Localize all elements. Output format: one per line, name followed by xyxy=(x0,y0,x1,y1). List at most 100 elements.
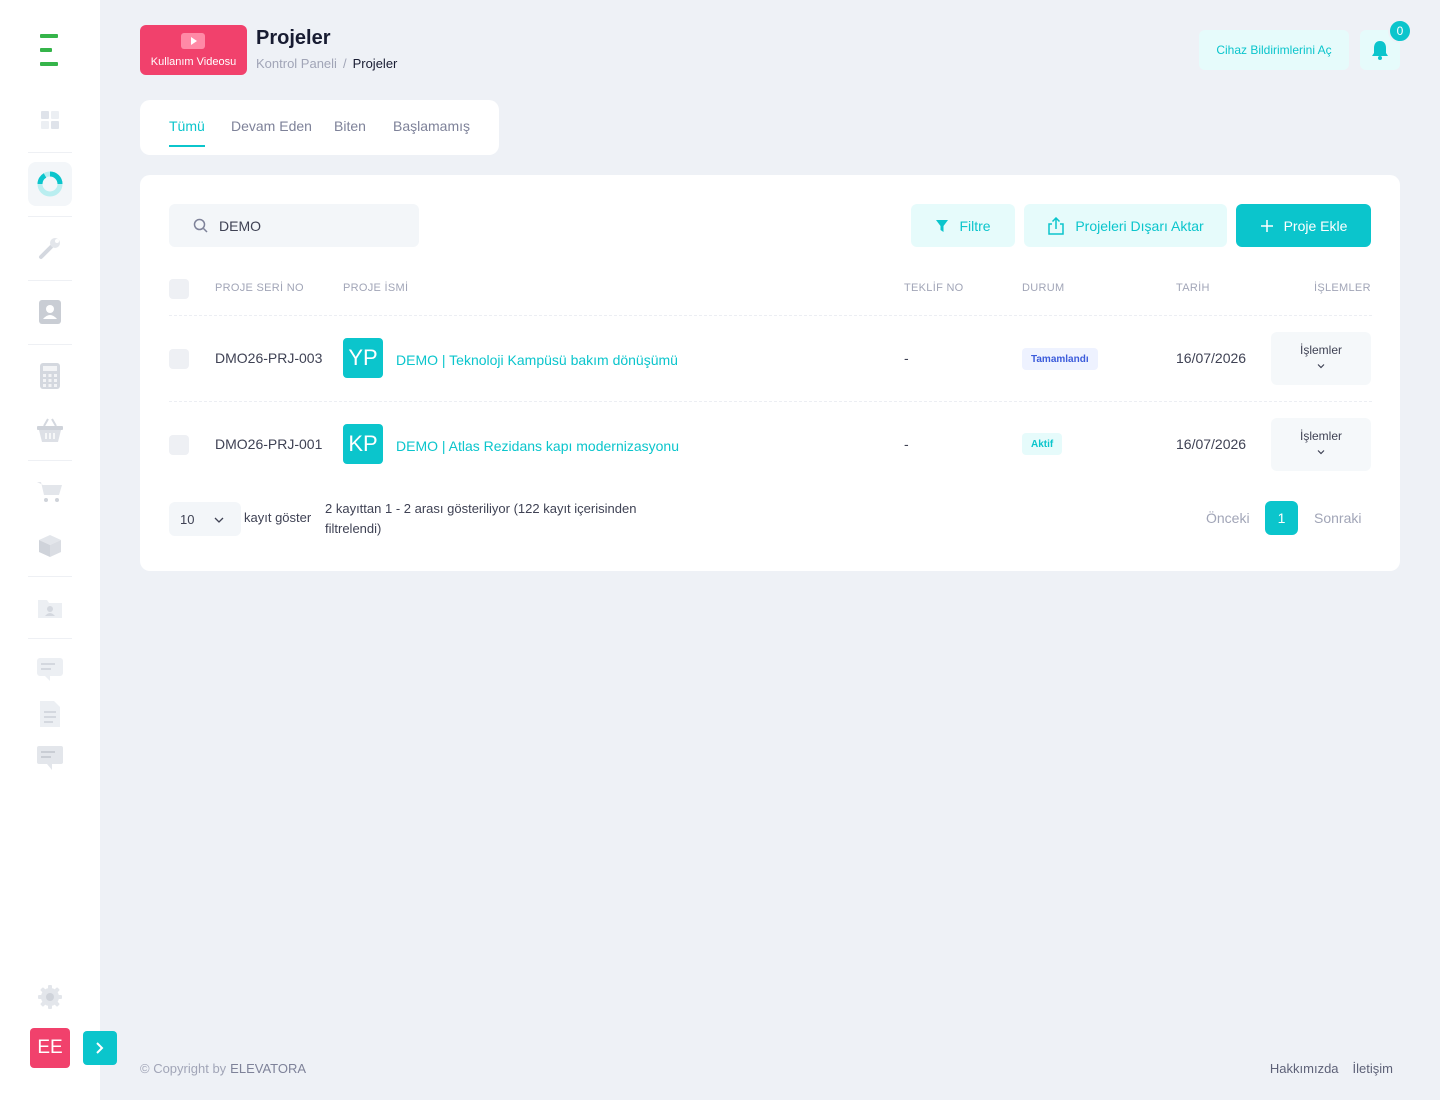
basket-icon xyxy=(37,418,63,442)
footer-link-contact[interactable]: İletişim xyxy=(1353,1061,1393,1076)
chevron-down-icon xyxy=(1317,450,1325,455)
add-project-button[interactable]: Proje Ekle xyxy=(1236,204,1371,247)
add-project-label: Proje Ekle xyxy=(1283,217,1348,234)
sidebar-item-settings[interactable] xyxy=(28,975,72,1019)
row-actions-label: İşlemler xyxy=(1299,343,1342,357)
row-actions-dropdown[interactable]: İşlemler xyxy=(1271,418,1371,471)
user-avatar[interactable]: EE xyxy=(30,1028,70,1068)
breadcrumb: Kontrol Paneli / Projeler xyxy=(256,56,397,71)
search-icon xyxy=(193,218,208,233)
footer-link-about[interactable]: Hakkımızda xyxy=(1270,1061,1339,1076)
page-size-label: kayıt göster xyxy=(244,510,312,525)
column-header-actions: İŞLEMLER xyxy=(1314,282,1371,294)
row-serial: DMO26-PRJ-003 xyxy=(215,350,323,366)
sidebar: EE xyxy=(0,0,100,1100)
export-projects-button[interactable]: Projeleri Dışarı Aktar xyxy=(1024,204,1227,247)
filter-label: Filtre xyxy=(959,217,991,234)
tab-not-started[interactable]: Başlamamış xyxy=(393,118,470,134)
gear-icon xyxy=(38,985,62,1009)
copyright-text: © Copyright by xyxy=(140,1061,227,1076)
sidebar-item-comments[interactable] xyxy=(28,736,72,780)
box-icon xyxy=(39,535,61,557)
project-name-link[interactable]: DEMO | Atlas Rezidans kapı modernizasyon… xyxy=(396,438,679,454)
breadcrumb-separator: / xyxy=(342,56,347,71)
next-page-button[interactable]: Sonraki xyxy=(1314,510,1361,526)
page-1-button[interactable]: 1 xyxy=(1265,501,1298,535)
row-actions-dropdown[interactable]: İşlemler xyxy=(1271,332,1371,385)
calculator-icon xyxy=(40,363,60,389)
sidebar-item-products[interactable] xyxy=(28,524,72,568)
comment-icon xyxy=(37,746,63,770)
sidebar-item-customers[interactable] xyxy=(28,290,72,334)
sidebar-item-documents[interactable] xyxy=(28,692,72,736)
previous-page-button[interactable]: Önceki xyxy=(1206,510,1250,526)
breadcrumb-home[interactable]: Kontrol Paneli xyxy=(256,56,337,71)
project-name-link[interactable]: DEMO | Teknoloji Kampüsü bakım dönüşümü xyxy=(396,352,678,368)
page-title: Projeler xyxy=(256,27,331,49)
row-date: 16/07/2026 xyxy=(1176,350,1247,366)
breadcrumb-current: Projeler xyxy=(352,56,398,71)
column-header-offer-no[interactable]: TEKLİF NO xyxy=(904,282,964,294)
row-offer-no: - xyxy=(904,350,909,366)
plus-icon xyxy=(1260,219,1273,232)
tab-all[interactable]: Tümü xyxy=(169,118,205,147)
project-initials-badge: KP xyxy=(343,424,383,464)
footer-brand-link[interactable]: ELEVATORA xyxy=(230,1061,306,1076)
usage-video-label: Kullanım Videosu xyxy=(150,56,237,68)
row-checkbox[interactable] xyxy=(169,435,189,455)
wrench-icon xyxy=(39,238,60,259)
sidebar-item-basket[interactable] xyxy=(28,408,72,452)
status-badge: Tamamlandı xyxy=(1022,348,1098,370)
filter-button[interactable]: Filtre xyxy=(911,204,1015,247)
copyright: © Copyright by ELEVATORA xyxy=(140,1061,306,1076)
enable-device-notifications-button[interactable]: Cihaz Bildirimlerini Aç xyxy=(1199,30,1349,70)
document-icon xyxy=(40,701,60,727)
row-date: 16/07/2026 xyxy=(1176,436,1247,452)
row-serial: DMO26-PRJ-001 xyxy=(215,436,323,452)
sidebar-item-cart[interactable] xyxy=(28,470,72,514)
status-badge: Aktif xyxy=(1022,433,1063,455)
usage-video-button[interactable]: Kullanım Videosu xyxy=(140,25,247,75)
sidebar-item-calculator[interactable] xyxy=(28,354,72,398)
message-icon xyxy=(37,658,63,681)
sidebar-item-projects[interactable] xyxy=(28,162,72,206)
pagination-info: 2 kayıttan 1 - 2 arası gösteriliyor (122… xyxy=(325,501,637,536)
chevron-down-icon xyxy=(1317,364,1325,369)
column-header-serial[interactable]: PROJE SERİ NO xyxy=(215,282,304,294)
sidebar-item-maintenance[interactable] xyxy=(28,226,72,270)
row-offer-no: - xyxy=(904,436,909,452)
projects-card: Filtre Projeleri Dışarı Aktar Proje Ekle… xyxy=(140,175,1400,571)
search-box xyxy=(169,204,419,247)
chevron-right-icon xyxy=(96,1042,104,1054)
page-size-value: 10 xyxy=(180,512,195,527)
contact-card-icon xyxy=(39,300,61,324)
projects-donut-icon xyxy=(37,171,63,197)
project-initials-badge: YP xyxy=(343,338,383,378)
search-input[interactable] xyxy=(219,204,409,247)
dashboard-icon xyxy=(41,111,59,129)
export-icon xyxy=(1048,216,1065,235)
column-header-name[interactable]: PROJE İSMİ xyxy=(343,282,408,294)
column-header-date[interactable]: TARİH xyxy=(1176,282,1210,294)
app-logo[interactable] xyxy=(40,34,58,66)
sidebar-item-folder[interactable] xyxy=(28,586,72,630)
row-checkbox[interactable] xyxy=(169,349,189,369)
bell-icon xyxy=(1372,41,1388,60)
column-header-status[interactable]: DURUM xyxy=(1022,282,1064,294)
sidebar-item-dashboard[interactable] xyxy=(28,98,72,142)
sidebar-item-messages[interactable] xyxy=(28,648,72,692)
sidebar-toggle-button[interactable] xyxy=(83,1031,117,1065)
export-label: Projeleri Dışarı Aktar xyxy=(1075,217,1204,234)
folder-user-icon xyxy=(38,600,62,618)
tab-finished[interactable]: Biten xyxy=(334,118,366,134)
notification-count-badge: 0 xyxy=(1388,19,1412,43)
project-status-tabs: Tümü Devam Eden Biten Başlamamış xyxy=(140,100,499,155)
tab-in-progress[interactable]: Devam Eden xyxy=(231,118,312,134)
filter-icon xyxy=(936,219,949,232)
play-icon xyxy=(181,33,205,49)
chevron-down-icon xyxy=(214,517,224,523)
cart-icon xyxy=(37,482,62,502)
row-actions-label: İşlemler xyxy=(1299,429,1342,443)
page-size-select[interactable]: 10 xyxy=(169,502,241,536)
select-all-checkbox[interactable] xyxy=(169,279,189,299)
